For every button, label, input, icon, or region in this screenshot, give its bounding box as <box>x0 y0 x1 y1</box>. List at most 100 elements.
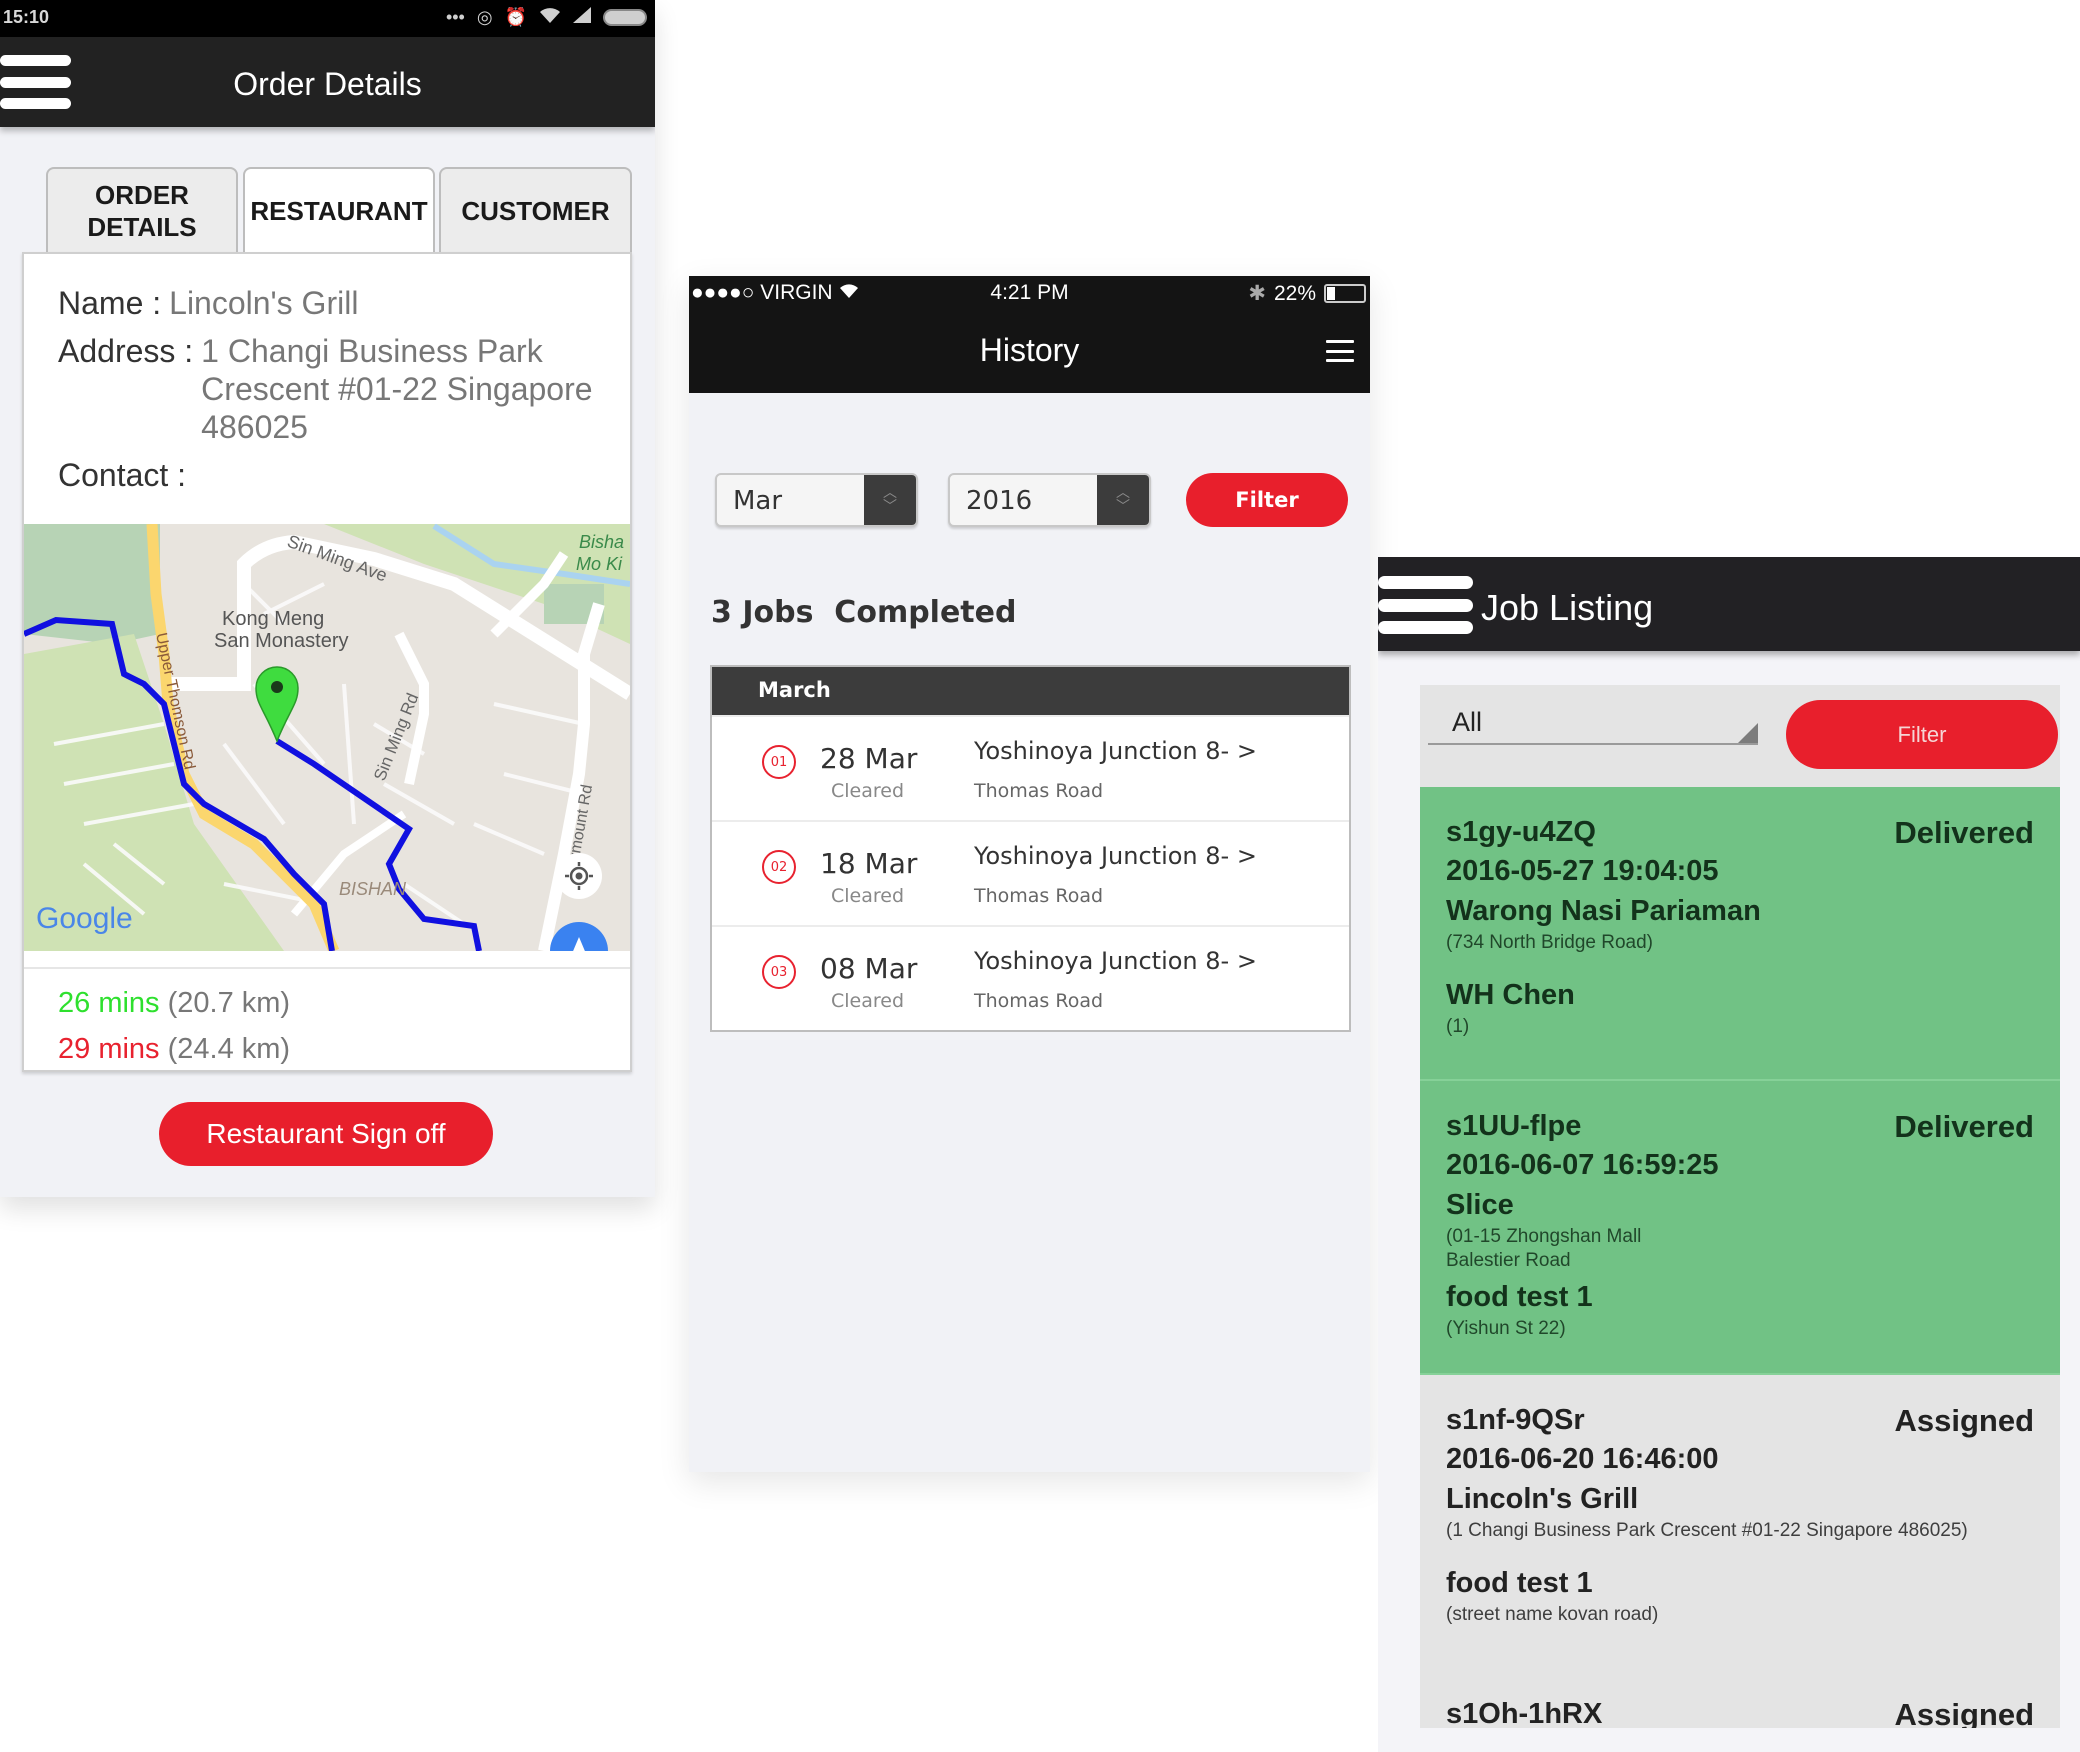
job-listing-screen: Job Listing All Filter s1gy-u4ZQ Deliver… <box>1378 557 2080 1752</box>
year-select[interactable]: 2016 ︿ ﹀ <box>948 473 1151 527</box>
job-customer: food test 1 <box>1446 1281 1593 1313</box>
route-map[interactable]: Sin Ming Ave Kong Meng San Monastery Sin… <box>24 524 630 951</box>
route-option-1[interactable]: 26 mins (20.7 km) <box>58 980 290 1026</box>
more-dots-icon: ••• <box>445 7 465 27</box>
job-customer-address: (Yishun St 22) <box>1446 1318 1566 1339</box>
job-customer: food test 1 <box>1446 1567 1593 1599</box>
map-label-park: Mo Ki <box>576 554 623 574</box>
name-row: Name : Lincoln's Grill <box>58 284 610 322</box>
job-address: Thomas Road <box>974 885 1104 907</box>
tab-bar: ORDER DETAILS RESTAURANT CUSTOMER <box>46 167 632 253</box>
restaurant-address: 1 Changi Business Park Crescent #01-22 S… <box>201 333 593 445</box>
job-list[interactable]: All Filter s1gy-u4ZQ Delivered 2016-05-2… <box>1420 685 2060 1728</box>
status-bar: 15:10 ••• ◎ ⏰ <box>0 0 655 37</box>
status-filter-value: All <box>1452 707 1483 737</box>
job-customer: WH Chen <box>1446 979 1575 1011</box>
stepper-icon[interactable]: ︿ ﹀ <box>864 475 916 525</box>
jobs-completed-summary: 3 Jobs Completed <box>711 595 1017 630</box>
battery-icon <box>603 9 647 26</box>
route-distance: (24.4 km) <box>167 1033 291 1065</box>
job-customer-address: (1) <box>1446 1016 1470 1037</box>
job-card[interactable]: s1gy-u4ZQ Delivered 2016-05-27 19:04:05 … <box>1420 787 2060 1081</box>
route-time: 26 mins <box>58 987 160 1019</box>
battery-percent: 22% <box>1273 281 1316 305</box>
status-filter-dropdown[interactable]: All <box>1428 705 1758 745</box>
map-canvas: Sin Ming Ave Kong Meng San Monastery Sin… <box>24 524 630 951</box>
filter-button[interactable]: Filter <box>1186 473 1348 527</box>
tab-restaurant[interactable]: RESTAURANT <box>243 167 435 253</box>
filter-button[interactable]: Filter <box>1786 700 2058 769</box>
job-card[interactable]: s1Oh-1hRX Assigned <box>1420 1669 2060 1728</box>
list-item[interactable]: 03 08 Mar Cleared Yoshinoya Junction 8- … <box>712 925 1349 1030</box>
restaurant-name: Lincoln's Grill <box>169 285 359 321</box>
my-location-button[interactable] <box>556 853 602 899</box>
month-group-header: March <box>712 667 1349 715</box>
job-status: Assigned <box>1894 1403 2034 1438</box>
dropdown-arrow-icon <box>1738 723 1758 743</box>
bluetooth-icon: ✱ <box>1248 282 1266 305</box>
job-restaurant-address: (01-15 Zhongshan Mall Balestier Road <box>1446 1226 1642 1271</box>
route-time: 29 mins <box>58 1033 160 1065</box>
job-customer-address: (street name kovan road) <box>1446 1604 1659 1625</box>
job-date: 28 Mar <box>820 742 918 775</box>
job-datetime: 2016-05-27 19:04:05 <box>1446 855 1719 887</box>
history-list: March 01 28 Mar Cleared Yoshinoya Juncti… <box>710 665 1351 1032</box>
job-address: Thomas Road <box>974 780 1104 802</box>
job-restaurant: Lincoln's Grill <box>1446 1483 1639 1515</box>
sync-icon: ◎ <box>476 7 493 27</box>
job-route: Yoshinoya Junction 8- > <box>974 947 1257 975</box>
job-card[interactable]: s1UU-flpe Delivered 2016-06-07 16:59:25 … <box>1420 1081 2060 1375</box>
page-title: Job Listing <box>1481 587 1654 628</box>
job-address: Thomas Road <box>974 990 1104 1012</box>
stepper-icon[interactable]: ︿ ﹀ <box>1097 475 1149 525</box>
map-label-area: BISHAN <box>339 879 407 899</box>
job-restaurant: Warong Nasi Pariaman <box>1446 895 1761 927</box>
job-status: Cleared <box>831 780 905 802</box>
job-status: Delivered <box>1894 815 2034 850</box>
filter-bar: All Filter <box>1420 685 2060 787</box>
month-value: Mar <box>733 486 783 516</box>
battery-icon <box>1324 284 1366 303</box>
menu-icon[interactable] <box>1326 340 1354 362</box>
map-label-park: Bisha <box>579 532 624 552</box>
tab-order-details[interactable]: ORDER DETAILS <box>46 167 238 253</box>
app-bar: History <box>689 310 1370 393</box>
order-details-screen: 15:10 ••• ◎ ⏰ Order Details ORDER DETAIL… <box>0 0 655 1197</box>
list-item[interactable]: 01 28 Mar Cleared Yoshinoya Junction 8- … <box>712 715 1349 820</box>
restaurant-sign-off-button[interactable]: Restaurant Sign off <box>159 1102 493 1166</box>
history-screen: ●●●●○ VIRGIN 4:21 PM ✱ 22% History Mar ︿… <box>689 276 1370 1472</box>
signal-icon <box>573 7 591 28</box>
name-label: Name : <box>58 285 162 321</box>
job-restaurant-address: (1 Changi Business Park Crescent #01-22 … <box>1446 1520 1968 1541</box>
job-number-badge: 02 <box>762 850 796 884</box>
status-time: 15:10 <box>3 7 50 27</box>
wifi-icon <box>539 6 561 29</box>
page-title: Order Details <box>233 66 422 102</box>
menu-icon[interactable] <box>1378 576 1473 634</box>
restaurant-info: Name : Lincoln's Grill Address : 1 Chang… <box>58 284 610 504</box>
tab-customer[interactable]: CUSTOMER <box>439 167 632 253</box>
map-label-poi: Kong Meng <box>222 608 324 630</box>
job-status: Cleared <box>831 885 905 907</box>
job-number-badge: 01 <box>762 745 796 779</box>
job-restaurant-address: (734 North Bridge Road) <box>1446 932 1653 953</box>
job-date: 18 Mar <box>820 847 918 880</box>
app-bar: Job Listing <box>1378 557 2080 651</box>
job-datetime: 2016-06-20 16:46:00 <box>1446 1443 1719 1475</box>
contact-label: Contact : <box>58 457 187 493</box>
route-times: 26 mins (20.7 km) 29 mins (24.4 km) <box>58 980 290 1072</box>
month-select[interactable]: Mar ︿ ﹀ <box>715 473 918 527</box>
contact-row: Contact : <box>58 456 610 494</box>
job-card[interactable]: s1nf-9QSr Assigned 2016-06-20 16:46:00 L… <box>1420 1375 2060 1669</box>
job-route: Yoshinoya Junction 8- > <box>974 842 1257 870</box>
job-number-badge: 03 <box>762 955 796 989</box>
job-datetime: 2016-06-07 16:59:25 <box>1446 1149 1719 1181</box>
app-bar: Order Details <box>0 37 655 127</box>
status-bar: ●●●●○ VIRGIN 4:21 PM ✱ 22% <box>689 276 1370 310</box>
google-logo: Google <box>36 902 133 935</box>
route-distance: (20.7 km) <box>167 987 291 1019</box>
route-option-2[interactable]: 29 mins (24.4 km) <box>58 1026 290 1072</box>
list-item[interactable]: 02 18 Mar Cleared Yoshinoya Junction 8- … <box>712 820 1349 925</box>
job-status: Delivered <box>1894 1109 2034 1144</box>
alarm-icon: ⏰ <box>504 7 527 27</box>
